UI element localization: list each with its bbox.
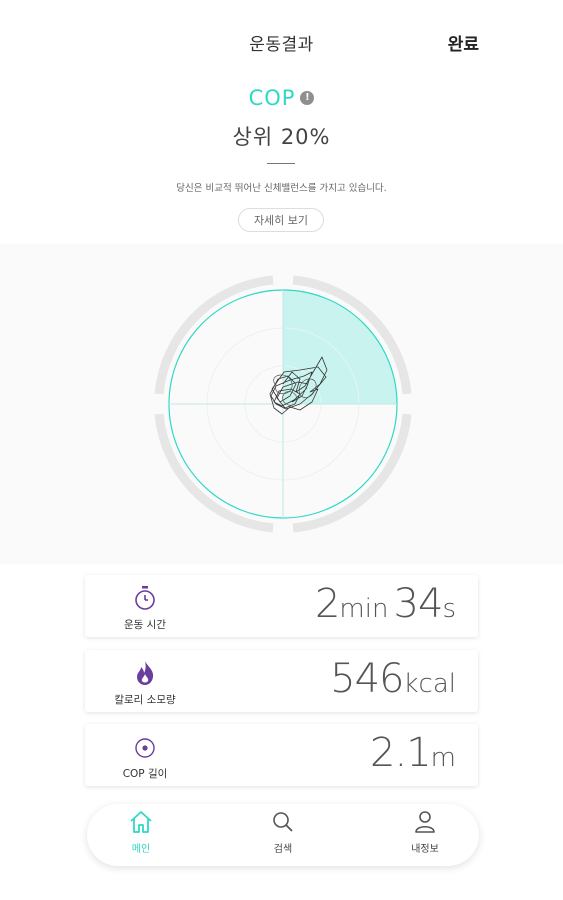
value-unit: kcal — [403, 669, 456, 699]
nav-label: 검색 — [273, 844, 293, 855]
value-number: 2 — [314, 581, 340, 627]
stat-card-calories: 칼로리 소모량 546kcal — [85, 650, 478, 712]
nav-label: 메인 — [131, 844, 151, 855]
search-icon — [273, 812, 293, 832]
nav-item-main[interactable]: 메인 — [101, 810, 181, 855]
cop-chart — [154, 275, 412, 533]
cop-label: COP — [248, 86, 296, 110]
stat-label: 운동 시간 — [124, 619, 166, 631]
stopwatch-icon — [115, 585, 175, 615]
stat-label: COP 길이 — [122, 768, 168, 780]
app-header: 운동결과 완료 — [0, 0, 563, 88]
stat-card-exercise-time: 운동 시간 2min 34s — [85, 575, 478, 637]
value-number: 34 — [393, 581, 444, 627]
nav-item-profile[interactable]: 내정보 — [385, 810, 465, 855]
stat-card-cop-length: COP 길이 2.1m — [85, 724, 478, 786]
user-icon — [415, 811, 435, 833]
stat-label: 칼로리 소모량 — [114, 694, 176, 706]
result-description: 당신은 비교적 뛰어난 신체밸런스를 가지고 있습니다. — [176, 183, 387, 194]
cop-title-row: COP! — [0, 86, 563, 110]
bottom-nav: 메인 검색 내정보 — [87, 804, 479, 866]
rank-text: 상위 20% — [232, 125, 331, 149]
cop-chart-area — [0, 244, 563, 564]
home-icon — [130, 811, 152, 833]
value-number: 546 — [330, 656, 404, 702]
stat-value: 2.1m — [370, 730, 456, 776]
nav-label: 내정보 — [411, 844, 439, 855]
value-unit: m — [430, 743, 456, 773]
value-unit: min — [339, 594, 389, 624]
stat-value: 546kcal — [330, 656, 456, 702]
divider — [267, 163, 295, 164]
value-number: 2.1 — [370, 730, 432, 776]
done-button[interactable]: 완료 — [448, 30, 479, 55]
info-icon[interactable]: ! — [300, 91, 315, 105]
stat-value: 2min 34s — [315, 581, 456, 627]
fire-icon — [115, 660, 175, 690]
target-icon — [115, 734, 175, 764]
highlight-quadrant — [283, 290, 397, 404]
value-unit: s — [442, 594, 456, 624]
detail-button[interactable]: 자세히 보기 — [238, 208, 324, 232]
nav-item-search[interactable]: 검색 — [243, 810, 323, 855]
